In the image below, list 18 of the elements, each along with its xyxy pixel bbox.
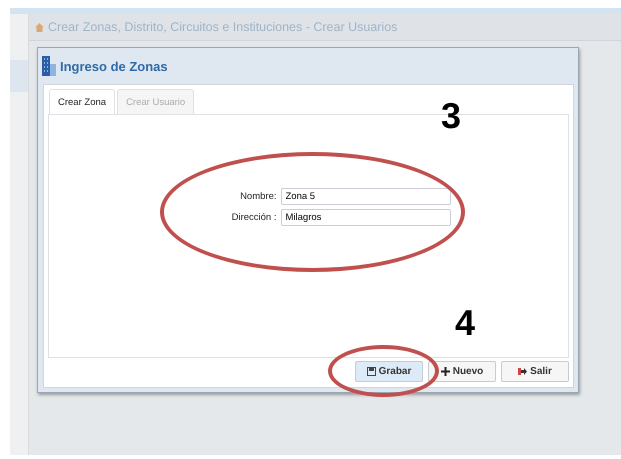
- save-icon: [366, 367, 376, 376]
- new-button[interactable]: Nuevo: [428, 361, 496, 382]
- plus-icon: [440, 367, 450, 376]
- exit-button[interactable]: Salir: [501, 361, 569, 382]
- tab[interactable]: Crear Zona: [49, 89, 116, 114]
- step-number: 3: [441, 98, 462, 134]
- house-icon: [35, 22, 44, 32]
- step-number: 4: [455, 305, 476, 341]
- building-icon: [42, 56, 56, 76]
- field-label: Nombre:: [239, 191, 276, 202]
- field-label: Dirección :: [230, 212, 276, 223]
- exit-icon: [518, 367, 528, 376]
- input-field[interactable]: Milagros: [280, 209, 450, 226]
- save-button[interactable]: Grabar: [355, 361, 423, 382]
- dialog-title: Ingreso de Zonas: [60, 58, 168, 74]
- input-field[interactable]: Zona 5: [280, 188, 450, 205]
- page-title: Crear Zonas, Distrito, Circuitos e Instituciones - Crear Usuarios: [48, 20, 398, 34]
- sidebar-item[interactable]: [10, 60, 28, 92]
